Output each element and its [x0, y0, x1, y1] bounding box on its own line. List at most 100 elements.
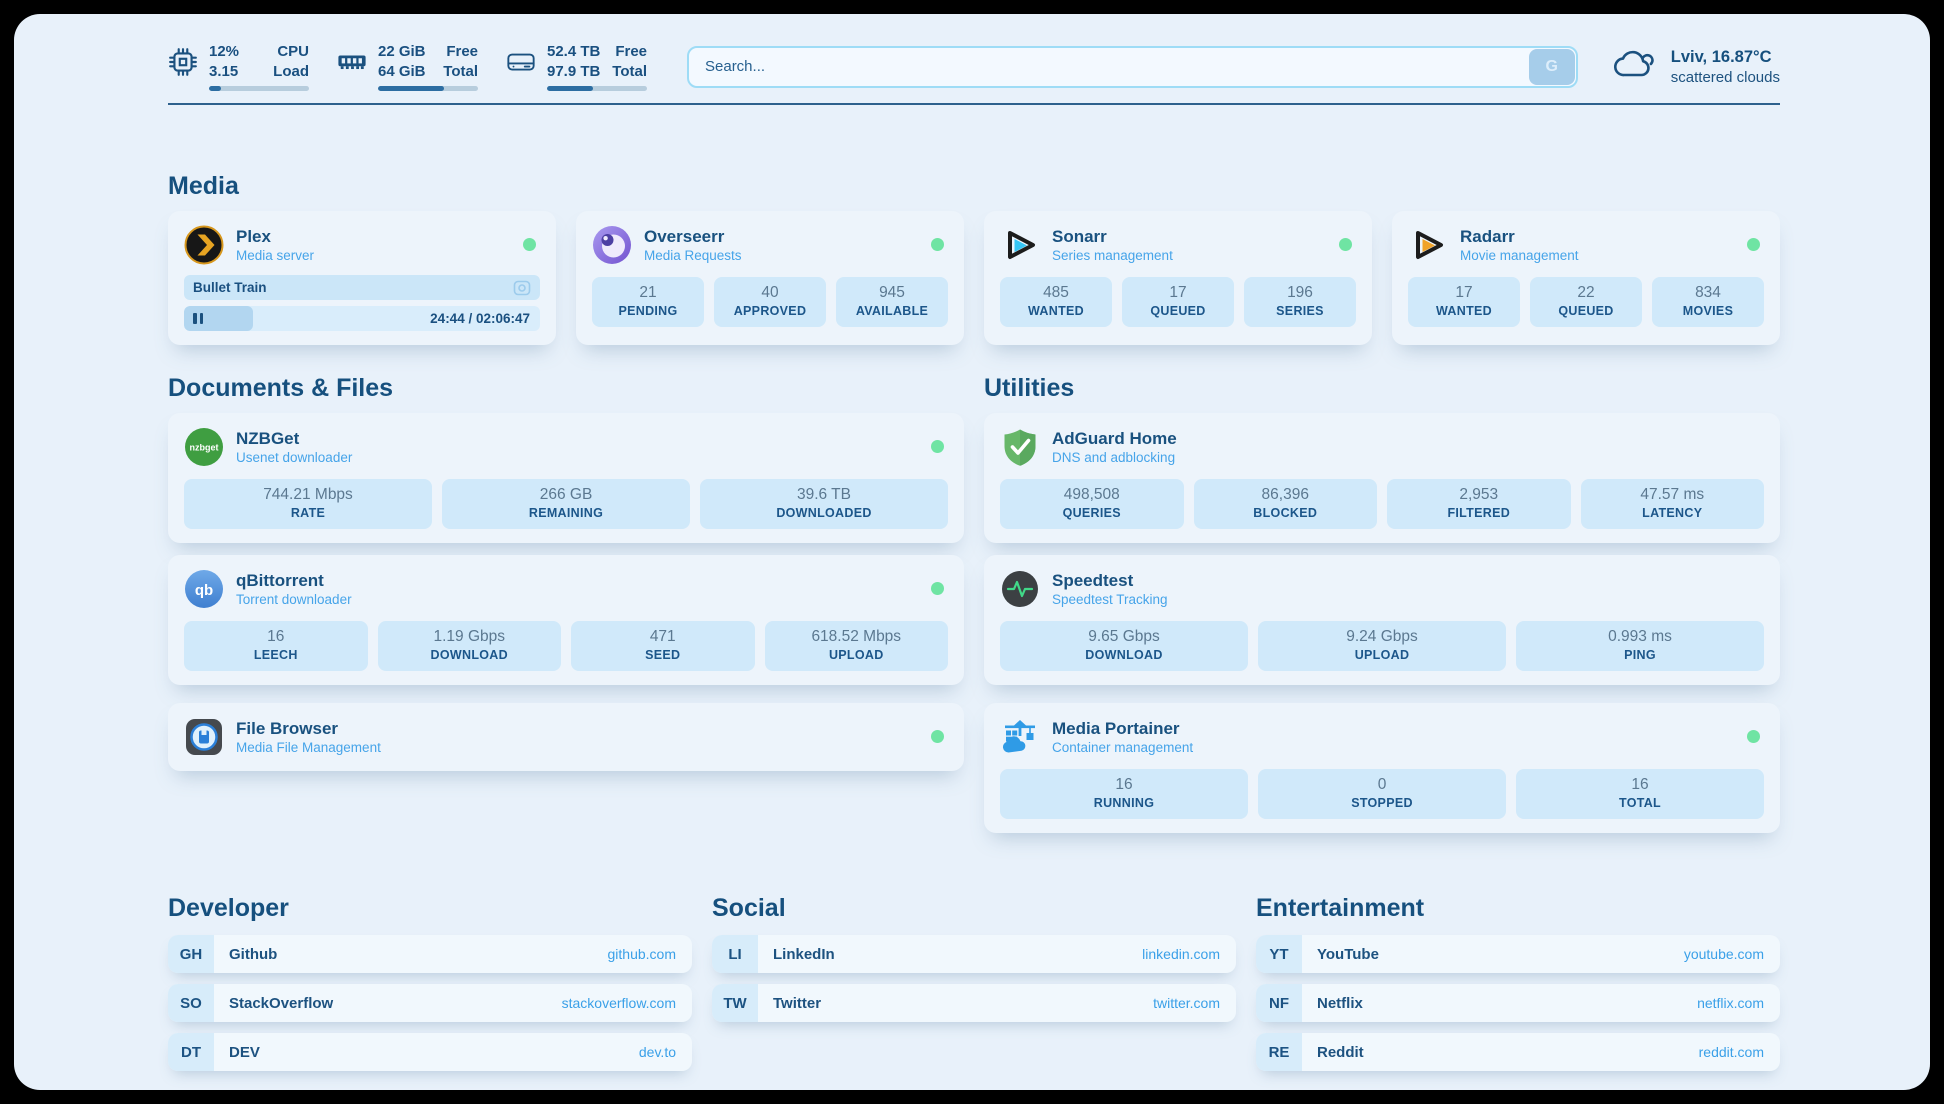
service-card-adguard[interactable]: AdGuard Home DNS and adblocking 498,508Q…	[984, 413, 1780, 543]
section-title-social: Social	[712, 891, 1236, 925]
status-dot	[931, 238, 944, 251]
service-subtitle: Media File Management	[236, 739, 381, 757]
stat-tile: 0STOPPED	[1258, 769, 1506, 819]
service-subtitle: Media Requests	[644, 247, 742, 265]
service-card-plex[interactable]: Plex Media server Bullet Train	[168, 211, 556, 345]
svg-text:nzbget: nzbget	[190, 443, 219, 453]
disk-total-value: 97.9 TB	[547, 62, 600, 82]
disk-icon	[506, 50, 536, 74]
stat-tile: 1.19 GbpsDOWNLOAD	[378, 621, 562, 671]
bookmark-abbr: NF	[1256, 984, 1302, 1022]
stat-tile: 9.24 GbpsUPLOAD	[1258, 621, 1506, 671]
bookmark-url: youtube.com	[1684, 946, 1764, 962]
portainer-icon	[1000, 717, 1040, 757]
stat-tile: 17WANTED	[1408, 277, 1520, 327]
radarr-icon	[1408, 225, 1448, 265]
bookmark-url: netflix.com	[1697, 995, 1764, 1011]
bookmark-linkedin[interactable]: LI LinkedIn linkedin.com	[712, 935, 1236, 973]
ram-total-label: Total	[443, 62, 478, 82]
bookmark-url: linkedin.com	[1142, 946, 1220, 962]
ram-icon	[337, 50, 367, 74]
bookmark-abbr: YT	[1256, 935, 1302, 973]
service-subtitle: Media server	[236, 247, 314, 265]
bookmark-abbr: SO	[168, 984, 214, 1022]
qbittorrent-icon: qb	[184, 569, 224, 609]
bookmark-github[interactable]: GH Github github.com	[168, 935, 692, 973]
system-stats: 12% 3.15 CPU Load	[168, 42, 647, 91]
service-card-nzbget[interactable]: nzbget NZBGet Usenet downloader 744.21 M…	[168, 413, 964, 543]
bookmark-abbr: LI	[712, 935, 758, 973]
section-title-entertainment: Entertainment	[1256, 891, 1780, 925]
now-playing-title: Bullet Train	[193, 280, 267, 295]
service-subtitle: Series management	[1052, 247, 1173, 265]
cpu-stat: 12% 3.15 CPU Load	[168, 42, 309, 91]
filebrowser-icon	[184, 717, 224, 757]
service-subtitle: Speedtest Tracking	[1052, 591, 1168, 609]
service-card-portainer[interactable]: Media Portainer Container management 16R…	[984, 703, 1780, 833]
bookmark-netflix[interactable]: NF Netflix netflix.com	[1256, 984, 1780, 1022]
cloud-icon	[1612, 46, 1658, 87]
service-card-radarr[interactable]: Radarr Movie management 17WANTED 22QUEUE…	[1392, 211, 1780, 345]
service-name: Radarr	[1460, 226, 1579, 247]
stat-tile: 39.6 TBDOWNLOADED	[700, 479, 948, 529]
top-bar: 12% 3.15 CPU Load	[168, 42, 1780, 91]
adguard-icon	[1000, 427, 1040, 467]
service-card-speedtest[interactable]: Speedtest Speedtest Tracking 9.65 GbpsDO…	[984, 555, 1780, 685]
stat-tile: 471SEED	[571, 621, 755, 671]
search-input[interactable]	[687, 46, 1578, 88]
stat-tile: 2,953FILTERED	[1387, 479, 1571, 529]
cpu-load-value: 3.15	[209, 62, 239, 82]
service-name: File Browser	[236, 718, 381, 739]
stat-tile: 17QUEUED	[1122, 277, 1234, 327]
playback-time: 24:44 / 02:06:47	[430, 306, 530, 331]
cpu-load-label: Load	[273, 62, 309, 82]
status-dot	[1747, 730, 1760, 743]
stat-tile: 0.993 msPING	[1516, 621, 1764, 671]
bookmark-abbr: GH	[168, 935, 214, 973]
service-card-filebrowser[interactable]: File Browser Media File Management	[168, 703, 964, 771]
status-dot	[523, 238, 536, 251]
weather-widget: Lviv, 16.87°C scattered clouds	[1612, 46, 1780, 87]
bookmark-dev[interactable]: DT DEV dev.to	[168, 1033, 692, 1071]
disk-total-label: Total	[612, 62, 647, 82]
service-name: Overseerr	[644, 226, 742, 247]
bookmark-url: stackoverflow.com	[562, 995, 676, 1011]
bookmark-url: github.com	[608, 946, 676, 962]
service-subtitle: Container management	[1052, 739, 1193, 757]
ram-total-value: 64 GiB	[378, 62, 426, 82]
service-name: Plex	[236, 226, 314, 247]
weather-location-temp: Lviv, 16.87°C	[1671, 48, 1780, 67]
status-dot	[1747, 238, 1760, 251]
service-name: Media Portainer	[1052, 718, 1193, 739]
disk-free-label: Free	[612, 42, 647, 62]
service-card-qbittorrent[interactable]: qb qBittorrent Torrent downloader 16LEEC…	[168, 555, 964, 685]
status-dot	[1339, 238, 1352, 251]
section-title-media: Media	[168, 169, 1780, 203]
bookmark-name: Reddit	[1317, 1044, 1364, 1061]
ram-progress-bar	[378, 86, 478, 91]
service-subtitle: Torrent downloader	[236, 591, 352, 609]
bookmark-name: DEV	[229, 1044, 260, 1061]
disk-stat: 52.4 TB 97.9 TB Free Total	[506, 42, 647, 91]
weather-condition: scattered clouds	[1671, 69, 1780, 86]
bookmark-name: LinkedIn	[773, 946, 835, 963]
stat-tile: 744.21 MbpsRATE	[184, 479, 432, 529]
bookmark-stackoverflow[interactable]: SO StackOverflow stackoverflow.com	[168, 984, 692, 1022]
cpu-progress-bar	[209, 86, 309, 91]
cast-icon[interactable]	[513, 280, 531, 296]
stat-tile: 22QUEUED	[1530, 277, 1642, 327]
service-card-overseerr[interactable]: Overseerr Media Requests 21PENDING 40APP…	[576, 211, 964, 345]
service-name: AdGuard Home	[1052, 428, 1177, 449]
nzbget-icon: nzbget	[184, 427, 224, 467]
bookmark-name: Netflix	[1317, 995, 1363, 1012]
dashboard-page: 12% 3.15 CPU Load	[14, 14, 1930, 1090]
cpu-label: CPU	[273, 42, 309, 62]
sonarr-icon	[1000, 225, 1040, 265]
bookmark-reddit[interactable]: RE Reddit reddit.com	[1256, 1033, 1780, 1071]
bookmark-twitter[interactable]: TW Twitter twitter.com	[712, 984, 1236, 1022]
bookmark-youtube[interactable]: YT YouTube youtube.com	[1256, 935, 1780, 973]
search-engine-button[interactable]: G	[1529, 49, 1575, 85]
service-card-sonarr[interactable]: Sonarr Series management 485WANTED 17QUE…	[984, 211, 1372, 345]
playback-progress-bar: 24:44 / 02:06:47	[184, 306, 540, 331]
disk-progress-bar	[547, 86, 647, 91]
